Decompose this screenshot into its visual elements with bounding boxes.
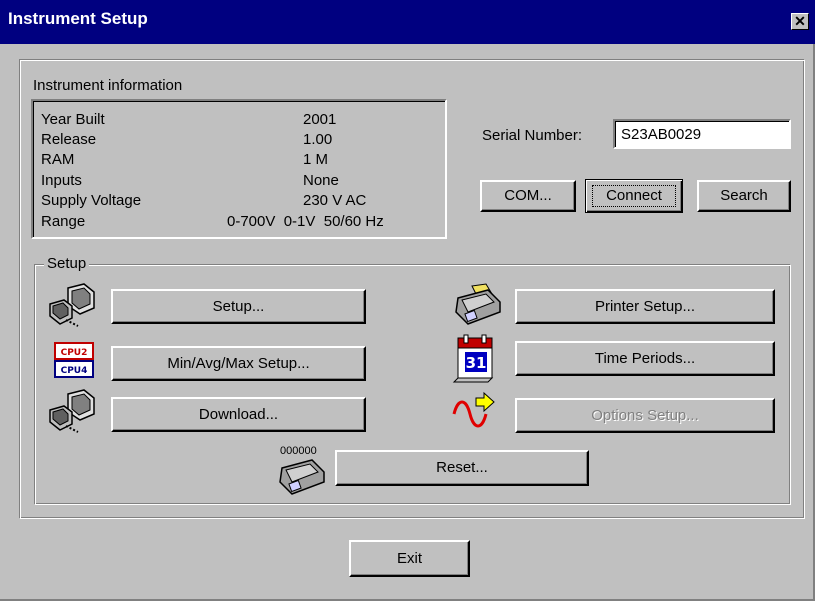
info-value: 1.00 bbox=[303, 131, 333, 148]
info-key: Range bbox=[41, 213, 86, 230]
info-row-release: Release 1.00 bbox=[41, 131, 441, 149]
printer-icon bbox=[455, 283, 501, 325]
cpu-label-1: CPU2 bbox=[61, 348, 88, 358]
search-button[interactable]: Search bbox=[697, 180, 791, 212]
instrument-info-box: Year Built 2001 Release 1.00 RAM 1 M Inp… bbox=[31, 99, 447, 239]
connect-button[interactable]: Connect bbox=[585, 179, 683, 213]
info-key: Inputs bbox=[41, 172, 82, 189]
min-avg-max-setup-label: Min/Avg/Max Setup... bbox=[167, 355, 310, 372]
reset-counter-icon bbox=[279, 459, 325, 495]
info-value: 1 M bbox=[303, 151, 329, 168]
window-title: Instrument Setup bbox=[8, 9, 148, 28]
options-setup-button[interactable]: Options Setup... bbox=[515, 398, 775, 433]
serial-number-label: Serial Number: bbox=[482, 127, 583, 144]
printer-setup-button[interactable]: Printer Setup... bbox=[515, 289, 775, 324]
search-button-label: Search bbox=[720, 187, 768, 204]
focus-rect bbox=[592, 185, 676, 207]
info-row-year: Year Built 2001 bbox=[41, 111, 441, 129]
signal-arrow-icon bbox=[452, 391, 495, 428]
info-key: RAM bbox=[41, 151, 75, 168]
info-row-range: Range 0-700V 0-1V 50/60 Hz bbox=[41, 213, 441, 231]
cpu-label-2: CPU4 bbox=[61, 366, 88, 376]
com-button-label: COM... bbox=[504, 187, 552, 204]
info-value: 0-700V 0-1V 50/60 Hz bbox=[227, 213, 384, 230]
close-icon: ✕ bbox=[794, 13, 806, 29]
info-row-supply-voltage: Supply Voltage 230 V AC bbox=[41, 192, 441, 210]
exit-button[interactable]: Exit bbox=[349, 540, 470, 577]
time-periods-button[interactable]: Time Periods... bbox=[515, 341, 775, 376]
info-row-inputs: Inputs None bbox=[41, 172, 441, 190]
info-row-ram: RAM 1 M bbox=[41, 151, 441, 169]
info-value: 230 V AC bbox=[303, 192, 367, 209]
computer-transfer-icon bbox=[49, 283, 95, 327]
exit-button-label: Exit bbox=[396, 550, 422, 567]
title-bar: Instrument Setup ✕ bbox=[0, 0, 815, 44]
calendar-day: 31 bbox=[466, 354, 487, 372]
setup-legend: Setup bbox=[44, 255, 90, 272]
info-key: Year Built bbox=[41, 111, 105, 128]
info-key: Supply Voltage bbox=[41, 192, 142, 209]
reset-button[interactable]: Reset... bbox=[335, 450, 589, 486]
reset-counter-text: 000000 bbox=[280, 445, 317, 457]
download-button-label: Download... bbox=[198, 406, 279, 423]
cpu-chip-icon: CPU2 CPU4 bbox=[54, 342, 94, 378]
serial-number-field[interactable]: S23AB0029 bbox=[613, 119, 791, 149]
info-key: Release bbox=[41, 131, 97, 148]
options-setup-label: Options Setup... bbox=[591, 407, 699, 424]
close-button[interactable]: ✕ bbox=[791, 13, 809, 30]
computer-transfer-icon bbox=[49, 389, 95, 433]
setup-button-label: Setup... bbox=[212, 298, 265, 315]
download-button[interactable]: Download... bbox=[111, 397, 366, 432]
printer-setup-label: Printer Setup... bbox=[594, 298, 696, 315]
com-button[interactable]: COM... bbox=[480, 180, 576, 212]
instrument-info-heading: Instrument information bbox=[33, 77, 183, 94]
min-avg-max-setup-button[interactable]: Min/Avg/Max Setup... bbox=[111, 346, 366, 381]
time-periods-label: Time Periods... bbox=[594, 350, 696, 367]
setup-button[interactable]: Setup... bbox=[111, 289, 366, 324]
reset-button-label: Reset... bbox=[436, 459, 488, 476]
calendar-icon: 31 bbox=[452, 334, 494, 383]
info-value: 2001 bbox=[303, 111, 337, 128]
info-value: None bbox=[303, 172, 339, 189]
